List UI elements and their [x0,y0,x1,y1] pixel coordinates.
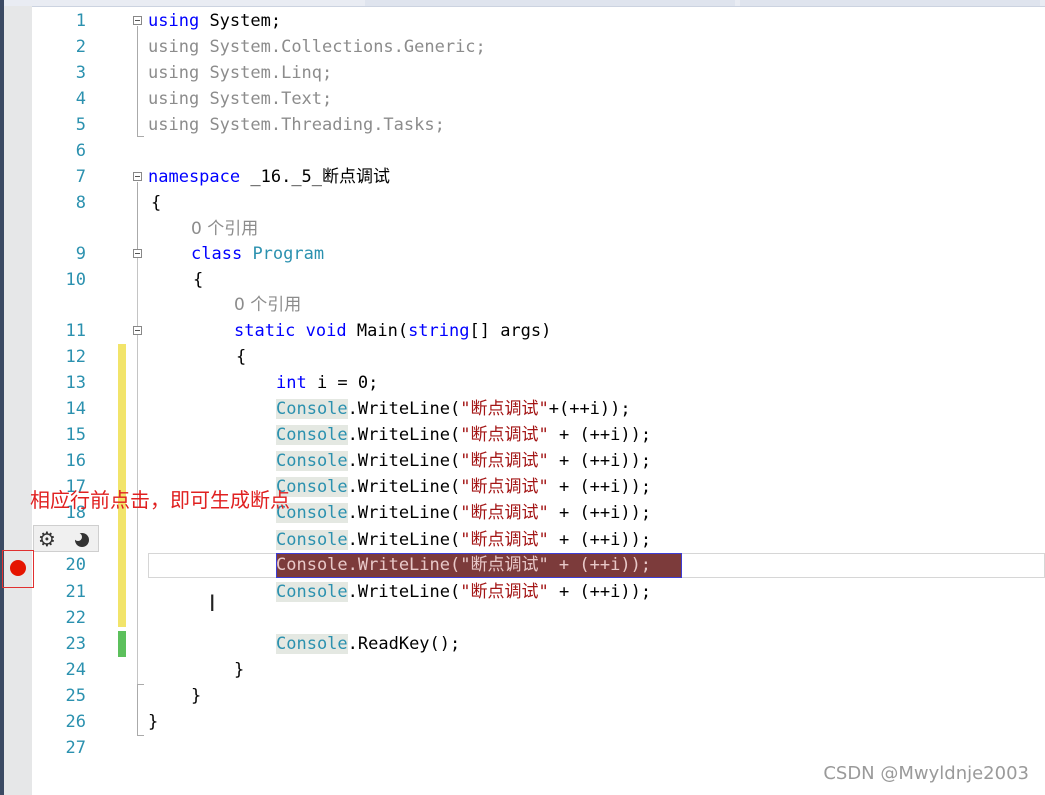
line-number: 8 [75,193,86,213]
line-number: 10 [65,270,86,290]
line-number: 26 [65,712,86,732]
code-line[interactable]: namespace _16._5_断点调试 [148,164,390,190]
collapse-toggle[interactable] [133,326,142,335]
code-line[interactable]: { [151,190,161,216]
fold-guide-end [137,684,144,685]
code-line[interactable]: Console.WriteLine("断点调试"+(++i)); [276,396,631,422]
change-marker-saved [118,631,126,657]
line-number: 25 [65,686,86,706]
code-line[interactable]: int i = 0; [276,370,378,396]
code-line[interactable]: using System; [148,8,281,34]
line-number: 2 [75,37,86,57]
fold-guide-end [137,136,144,137]
line-number: 7 [75,167,86,187]
line-number: 5 [75,115,86,135]
code-line[interactable]: Console.WriteLine("断点调试" + (++i)); [276,527,651,553]
line-number: 21 [65,582,86,602]
breakpoint-line-code: Console.WriteLine("断点调试" + (++i)); [276,555,652,575]
tab-segment[interactable] [740,0,1040,6]
code-line[interactable]: using System.Threading.Tasks; [148,112,445,138]
line-number: 9 [75,244,86,264]
code-line[interactable]: Console.WriteLine("断点调试" + (++i)); [276,448,651,474]
line-number: 16 [65,451,86,471]
breakpoint-margin[interactable] [4,6,32,795]
reference-count[interactable]: 0 个引用 [234,292,301,318]
gear-icon[interactable]: ⚙ [38,526,56,552]
line-number: 23 [65,634,86,654]
code-line[interactable]: using System.Collections.Generic; [148,34,486,60]
collapse-toggle[interactable] [133,249,142,258]
collapse-toggle[interactable] [133,172,142,181]
code-line[interactable]: Console.WriteLine("断点调试" + (++i)); [276,474,651,500]
tab-bar [0,0,1045,7]
code-line[interactable]: using System.Linq; [148,60,332,86]
fold-guide-end [137,735,144,736]
code-line[interactable]: } [234,657,244,683]
text-cursor-icon: I [209,592,216,617]
code-line[interactable]: Console.WriteLine("断点调试" + (++i)); [276,422,651,448]
fold-guide [137,26,138,137]
line-number: 13 [65,373,86,393]
line-number: 12 [65,347,86,367]
code-line[interactable]: Console.WriteLine("断点调试" + (++i)); [276,500,651,526]
code-line[interactable]: { [193,267,203,293]
line-number: 4 [75,89,86,109]
line-number: 6 [75,141,86,161]
line-number: 14 [65,399,86,419]
fold-guide [137,258,138,685]
collapse-toggle[interactable] [133,16,142,25]
toggle-breakpoint-icon[interactable] [72,531,90,549]
reference-count[interactable]: 0 个引用 [191,216,258,242]
watermark: CSDN @Mwyldnje2003 [823,763,1029,784]
code-line[interactable]: class Program [191,241,324,267]
code-line[interactable]: } [148,709,158,735]
breakpoint-action-toolbar: ⚙ [33,525,99,552]
code-line[interactable]: { [236,344,246,370]
line-number: 27 [65,738,86,758]
line-number: 11 [65,321,86,341]
code-line[interactable]: } [191,683,201,709]
line-number: 20 [65,555,86,575]
code-line[interactable]: using System.Text; [148,86,332,112]
code-line[interactable]: static void Main(string[] args) [234,318,551,344]
line-number: 1 [75,11,86,31]
line-number: 3 [75,63,86,83]
code-line[interactable]: Console.WriteLine("断点调试" + (++i)); [276,579,651,605]
annotation-text: 相应行前点击，即可生成断点 [30,488,290,512]
breakpoint-dot-icon[interactable] [10,560,26,576]
tab-segment[interactable] [365,0,735,6]
line-number: 24 [65,660,86,680]
breakpoint-callout-box [2,550,34,588]
line-number: 22 [65,608,86,628]
line-number: 15 [65,425,86,445]
code-line[interactable]: Console.ReadKey(); [276,631,460,657]
